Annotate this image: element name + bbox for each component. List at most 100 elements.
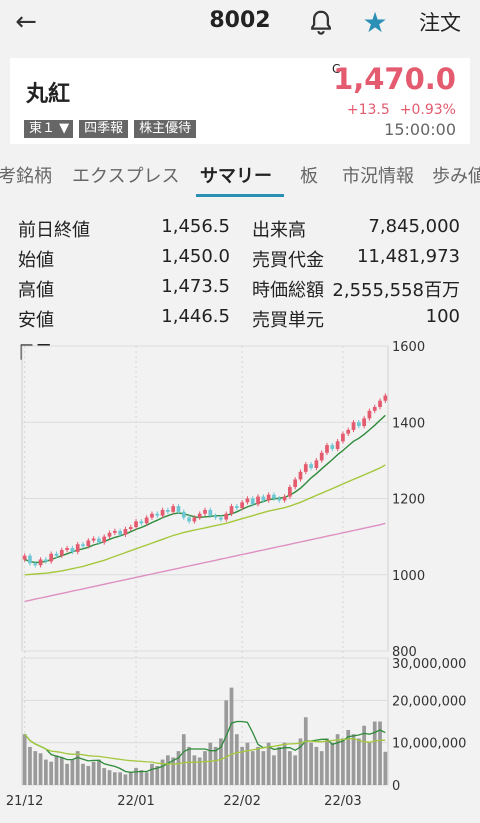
stat-label-low: 安値 (18, 310, 54, 331)
candle-body (309, 464, 313, 468)
volume-bar (256, 746, 260, 785)
volume-bar (128, 772, 133, 785)
tab-express[interactable]: エクスプレス (72, 162, 179, 188)
candle-body (107, 532, 112, 537)
stat-value-market-cap: 2,555,558百万 (332, 280, 460, 301)
shareholder-benefit-badge[interactable]: 株主優待 (134, 120, 197, 138)
tab-summary[interactable]: サマリー (200, 162, 272, 188)
candle-body (213, 515, 218, 518)
x-tick-label: 22/01 (117, 794, 154, 809)
volume-bar (187, 746, 191, 785)
tab-market-info[interactable]: 市況情報 (342, 162, 414, 188)
volume-bar (362, 725, 366, 785)
stat-value-volume: 7,845,000 (368, 216, 460, 237)
volume-bar (107, 770, 112, 785)
stat-label-prev-close: 前日終値 (18, 220, 90, 241)
candle-body (277, 498, 282, 501)
price-tick-label: 1200 (392, 493, 425, 508)
volume-bar (288, 751, 292, 785)
price-time: 15:00:00 (384, 120, 456, 139)
market-select[interactable]: 東１ ▼ (24, 120, 74, 138)
candle-body (97, 538, 101, 543)
stat-label-unit: 売買単元 (252, 310, 324, 331)
candle-body (256, 496, 260, 505)
candle-body (314, 460, 319, 468)
volume-bar (139, 770, 144, 785)
candle-body (70, 548, 75, 552)
volume-bar (277, 746, 282, 785)
volume-bar (28, 746, 32, 785)
stat-label-turnover: 売買代金 (252, 250, 324, 271)
favorite-star-icon[interactable]: ★ (358, 6, 392, 40)
volume-bar (309, 742, 313, 785)
tab-board[interactable]: 板 (300, 162, 318, 188)
stat-value-low: 1,446.5 (161, 306, 230, 327)
candle-body (192, 517, 197, 522)
volume-bar (261, 751, 266, 785)
order-button[interactable]: 注文 (410, 7, 470, 39)
candle-body (240, 502, 244, 509)
volume-bar (49, 761, 54, 785)
change-percent: +0.93% (399, 102, 456, 118)
price-tick-label: 1400 (392, 416, 425, 431)
price-tick-label: 1000 (392, 569, 425, 584)
candle-body (155, 513, 160, 516)
candle-body (33, 563, 38, 566)
bell-icon[interactable] (306, 8, 336, 38)
candle-body (234, 506, 239, 509)
candle-body (293, 479, 298, 488)
candle-body (139, 521, 144, 524)
candle-body (378, 400, 382, 407)
candle-body (134, 521, 138, 528)
volume-bar (245, 742, 250, 785)
candle-body (261, 496, 266, 501)
x-tick-label: 22/03 (324, 794, 361, 809)
volume-bar (319, 751, 324, 785)
stat-label-volume: 出来高 (252, 220, 306, 241)
candle-body (44, 559, 48, 562)
stock-name: 丸紅 (26, 82, 71, 107)
stat-value-prev-close: 1,456.5 (161, 216, 230, 237)
candle-body (303, 464, 308, 472)
price-change: +13.5 +0.93% (347, 102, 456, 118)
volume-bar (203, 751, 207, 785)
candle-body (362, 418, 366, 427)
candle-body (38, 559, 43, 566)
volume-bar (123, 774, 128, 785)
volume-bar (341, 738, 345, 785)
price-tick-label: 1600 (392, 340, 425, 355)
volume-bar (118, 772, 122, 785)
candle-body (356, 422, 361, 427)
stat-value-unit: 100 (425, 306, 460, 327)
candle-body (123, 529, 128, 535)
quarterly-report-badge[interactable]: 四季報 (79, 120, 129, 138)
volume-bar (234, 734, 239, 785)
candle-body (75, 544, 80, 552)
candle-body (65, 548, 69, 550)
volume-bar (367, 742, 372, 785)
tab-related-stocks[interactable]: 考銘柄 (0, 162, 52, 188)
volume-bar (250, 751, 255, 785)
volume-bar (351, 734, 356, 785)
tab-trades[interactable]: 歩み値 (432, 162, 480, 188)
volume-tick-label: 10,000,000 (392, 737, 466, 752)
candle-body (298, 471, 303, 480)
candle-body (160, 509, 165, 516)
stat-label-open: 始値 (18, 250, 54, 271)
candle-body (341, 433, 345, 442)
volume-bar (38, 753, 43, 785)
volume-bar (303, 717, 308, 785)
candle-body (166, 509, 170, 512)
volume-bar (44, 759, 48, 785)
daily-chart[interactable]: 日足 160014001200100080030,000,00020,000,0… (0, 338, 480, 823)
candlestick-chart[interactable]: 日足 160014001200100080030,000,00020,000,0… (0, 338, 480, 823)
candle-body (272, 494, 276, 499)
volume-bar (356, 738, 361, 785)
tab-bar: 考銘柄 エクスプレス サマリー 板 市況情報 歩み値 (0, 150, 480, 198)
candle-body (54, 553, 59, 556)
candle-body (383, 395, 388, 401)
candle-body (335, 441, 340, 449)
candle-body (372, 407, 377, 411)
volume-bar (33, 751, 38, 785)
candle-body (224, 513, 229, 520)
